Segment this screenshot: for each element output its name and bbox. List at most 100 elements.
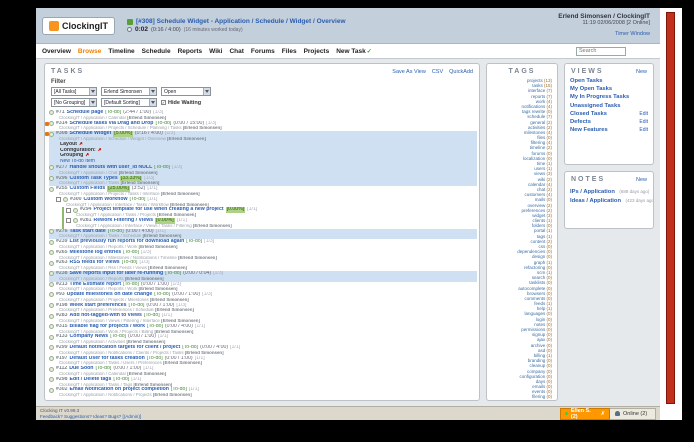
nav-tab[interactable]: Projects (304, 48, 330, 55)
nav-tab[interactable]: Overview (42, 48, 71, 55)
nav-tab[interactable]: Chat (229, 48, 243, 55)
nav-tab[interactable]: Browse (78, 48, 101, 55)
filter-select-value: [Default Sorting] (104, 99, 140, 106)
scrollbar[interactable] (660, 8, 682, 420)
task-status-icon[interactable] (73, 207, 78, 213)
task-path: ClockingIT / Application / Tasks / Proje… (76, 213, 156, 218)
task-checkbox[interactable] (66, 207, 71, 213)
task-checkbox[interactable] (56, 197, 61, 203)
nav-tab[interactable]: Reports (178, 48, 203, 55)
task-status-icon[interactable] (73, 218, 78, 224)
main-navbar: Overview Browse Timeline Schedule Report… (36, 44, 660, 59)
nav-tab[interactable]: New Task ✓ (336, 48, 372, 55)
nav-tab[interactable]: Wiki (209, 48, 222, 55)
nav-tab-label: Wiki (209, 47, 223, 55)
task-row: #315 Billable flag for projects / work [… (49, 324, 477, 335)
task-assignee: [Erlend Simonsen] (149, 297, 189, 302)
task-assignee: [Erlend Simonsen] (163, 361, 202, 366)
timer-icon[interactable] (127, 27, 133, 32)
task-status-icon[interactable] (49, 377, 54, 383)
task-assignee: [Erlend Simonsen] (142, 234, 182, 239)
task-status-icon[interactable] (49, 324, 54, 330)
task-status-icon[interactable] (49, 271, 54, 277)
task-status-icon[interactable] (49, 250, 54, 256)
task-status-icon[interactable] (49, 281, 54, 287)
view-link[interactable]: Closed Tasks (570, 110, 607, 118)
task-path: ClockingIT / Application / Tasks / Users… (59, 361, 162, 366)
tags-panel-title: TAGS (508, 68, 536, 75)
task-status-icon[interactable] (49, 110, 54, 116)
task-status-icon[interactable] (49, 313, 54, 319)
chevron-down-icon (89, 88, 96, 95)
filter-select[interactable]: [No Grouping] (51, 98, 97, 107)
view-link[interactable]: My In Progress Tasks (570, 93, 629, 101)
task-status-icon[interactable] (49, 366, 54, 372)
task-path-line: ClockingIT / Application / Notifications… (49, 393, 477, 398)
filter-select[interactable]: Open (161, 87, 211, 96)
task-list: #71 Schedule page [To-do] (2:44 / 1:00) … (45, 110, 479, 398)
nav-tab[interactable]: Forums (251, 48, 275, 55)
filter-select[interactable]: [All Tasks] (51, 87, 97, 96)
task-status-icon[interactable] (49, 356, 54, 362)
task-status-icon[interactable] (49, 303, 54, 309)
view-link[interactable]: Defects (570, 118, 591, 126)
task-row: #277 Handle shouts with user_id NULL [To… (49, 164, 477, 176)
clockingit-logo[interactable]: ClockingIT (42, 16, 116, 35)
view-edit-link[interactable]: Edit (639, 118, 648, 126)
filter-select[interactable]: [Default Sorting] (101, 98, 157, 107)
view-edit-link[interactable]: Edit (639, 110, 648, 118)
active-task-link[interactable]: [#308] Schedule Widget - Application / S… (136, 18, 346, 25)
new-task-check-icon: ✓ (366, 48, 372, 55)
task-status-icon[interactable] (49, 239, 54, 245)
task-status-icon[interactable] (49, 292, 54, 298)
nav-tab[interactable]: Timeline (108, 48, 134, 55)
views-new-link[interactable]: New (636, 69, 647, 75)
task-status-icon[interactable] (49, 345, 54, 351)
task-path: ClockingIT / Application / Interface / T… (66, 202, 169, 207)
nav-tab[interactable]: Schedule (142, 48, 171, 55)
task-row: #298 Edit / Delete tags [To-do] [1/1] Cl… (49, 377, 477, 388)
task-status-icon[interactable] (49, 387, 54, 393)
filter-select[interactable]: Erlend Simonsen (101, 87, 157, 96)
task-checkbox[interactable] (66, 218, 71, 224)
task-status-icon[interactable] (49, 165, 54, 171)
online-tab[interactable]: Online (2) (610, 407, 656, 420)
task-status-icon[interactable] (63, 197, 68, 203)
task-row: #302 Email Notification on project compl… (49, 387, 477, 398)
chat-tab[interactable]: Ellen S. (2) ✗ (560, 407, 610, 420)
footer-feedback-link[interactable]: Feedback? Suggestions? Ideas? Bugs? [(Ad… (40, 414, 141, 420)
task-status-icon[interactable] (49, 131, 54, 137)
task-ratio: [1/1] (230, 345, 241, 351)
nav-tab-label: Chat (229, 47, 244, 55)
task-row: #265 Milestone log entries [To-do] [1/3] (49, 250, 477, 261)
task-assignee: [Erlend Simonsen] (178, 255, 217, 260)
view-edit-link[interactable]: Edit (639, 126, 648, 134)
search-input[interactable] (576, 46, 626, 56)
quickadd-link[interactable]: QuickAdd (449, 69, 473, 75)
close-icon[interactable]: ✗ (601, 411, 605, 417)
timer-window-link[interactable]: Timer Window (615, 31, 650, 37)
task-status-icon[interactable] (49, 228, 54, 234)
view-link[interactable]: Open Tasks (570, 77, 602, 85)
task-status-icon[interactable] (49, 260, 54, 266)
app-window: ClockingIT [#308] Schedule Widget - Appl… (36, 8, 682, 420)
note-link[interactable]: Ideas / Application (570, 198, 621, 204)
view-link[interactable]: New Features (570, 126, 608, 134)
scrollbar-thumb[interactable] (666, 12, 675, 404)
view-item: Closed Tasks Edit (570, 110, 648, 118)
task-status-icon[interactable] (49, 120, 54, 126)
view-link[interactable]: Unassigned Tasks (570, 102, 620, 110)
hide-waiting-checkbox[interactable]: ✓ (161, 100, 166, 105)
task-path: ClockingIT / Application / Tasks / Tags (59, 382, 133, 387)
task-status-icon[interactable] (49, 175, 54, 181)
task-row: #296 Custom Task Types [33.33%] [1/3] Cl… (49, 175, 477, 187)
notes-new-link[interactable]: New (636, 177, 647, 183)
tag-link[interactable]: google (532, 400, 546, 401)
view-link[interactable]: My Open Tasks (570, 85, 612, 93)
task-status-icon[interactable] (49, 334, 54, 340)
save-as-view-link[interactable]: Save As View (392, 69, 426, 75)
nav-tab[interactable]: Files (282, 48, 297, 55)
task-status-icon[interactable] (49, 186, 54, 192)
task-assignee: [Erlend Simonsen] (138, 287, 178, 292)
csv-link[interactable]: CSV (432, 69, 443, 75)
